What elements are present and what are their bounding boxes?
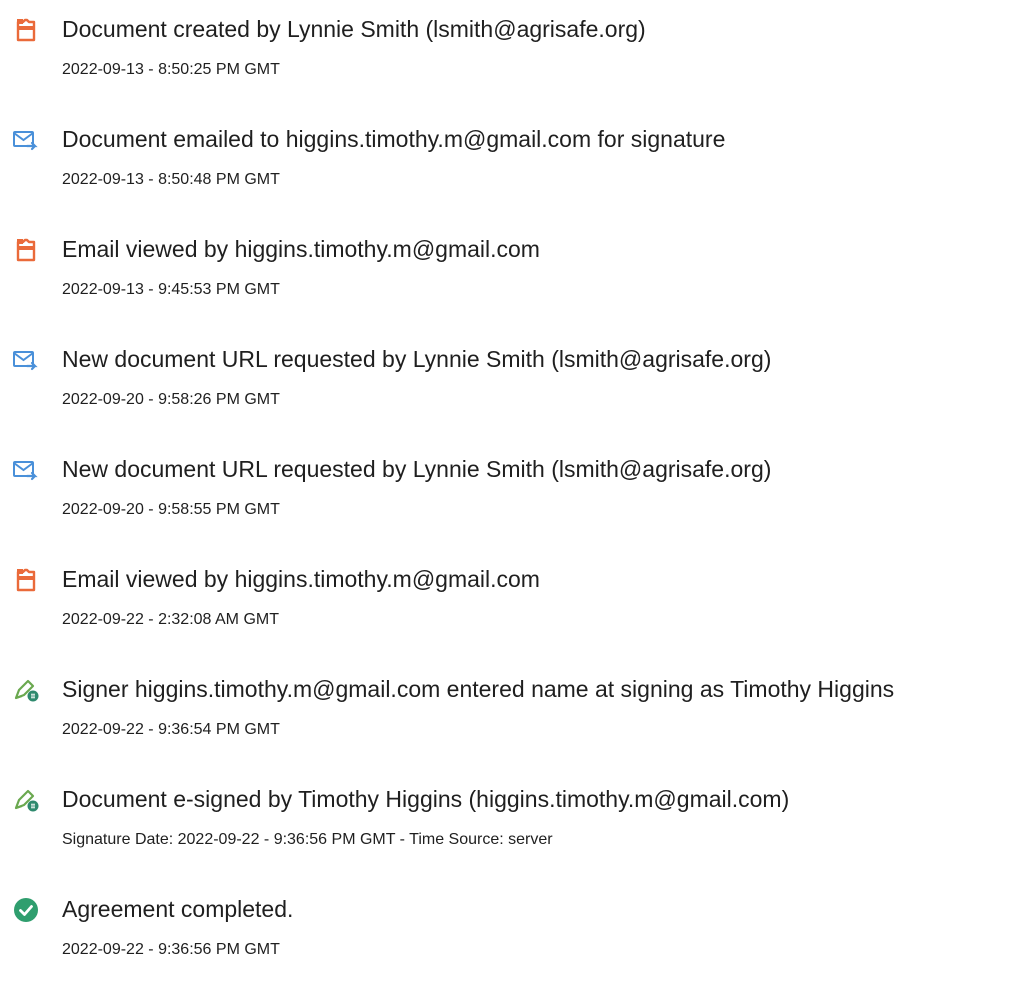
entry-title: Signer higgins.timothy.m@gmail.com enter… xyxy=(62,676,895,702)
entry-timestamp: 2022-09-22 - 2:32:08 AM GMT xyxy=(62,611,279,628)
entry-timestamp: 2022-09-22 - 9:36:54 PM GMT xyxy=(62,721,280,738)
check-circle-icon xyxy=(12,896,40,924)
entry-title: Email viewed by higgins.timothy.m@gmail.… xyxy=(62,566,540,592)
audit-entry: Email viewed by higgins.timothy.m@gmail.… xyxy=(0,234,1030,344)
email-sent-icon xyxy=(12,346,40,374)
audit-entry: New document URL requested by Lynnie Smi… xyxy=(0,454,1030,564)
entry-title: Email viewed by higgins.timothy.m@gmail.… xyxy=(62,236,540,262)
entry-title: New document URL requested by Lynnie Smi… xyxy=(62,346,772,372)
entry-title: Document e-signed by Timothy Higgins (hi… xyxy=(62,786,790,812)
e-sign-pen-icon xyxy=(12,676,40,704)
audit-entry: Signer higgins.timothy.m@gmail.com enter… xyxy=(0,674,1030,784)
entry-timestamp: 2022-09-13 - 9:45:53 PM GMT xyxy=(62,281,280,298)
entry-timestamp: 2022-09-20 - 9:58:26 PM GMT xyxy=(62,391,280,408)
document-created-icon xyxy=(12,16,40,44)
entry-timestamp: 2022-09-20 - 9:58:55 PM GMT xyxy=(62,501,280,518)
email-sent-icon xyxy=(12,126,40,154)
entry-title: Document emailed to higgins.timothy.m@gm… xyxy=(62,126,726,152)
entry-timestamp: 2022-09-13 - 8:50:25 PM GMT xyxy=(62,61,280,78)
audit-entry: Agreement completed. 2022-09-22 - 9:36:5… xyxy=(0,894,1030,1004)
audit-entry: Email viewed by higgins.timothy.m@gmail.… xyxy=(0,564,1030,674)
entry-title: Agreement completed. xyxy=(62,896,294,922)
audit-entry: New document URL requested by Lynnie Smi… xyxy=(0,344,1030,454)
entry-title: Document created by Lynnie Smith (lsmith… xyxy=(62,16,646,42)
entry-title: New document URL requested by Lynnie Smi… xyxy=(62,456,772,482)
entry-timestamp: 2022-09-13 - 8:50:48 PM GMT xyxy=(62,171,280,188)
audit-entry: Document created by Lynnie Smith (lsmith… xyxy=(0,14,1030,124)
audit-entry: Document emailed to higgins.timothy.m@gm… xyxy=(0,124,1030,234)
entry-timestamp: Signature Date: 2022-09-22 - 9:36:56 PM … xyxy=(62,831,553,848)
document-viewed-icon xyxy=(12,236,40,264)
entry-timestamp: 2022-09-22 - 9:36:56 PM GMT xyxy=(62,941,280,958)
e-sign-pen-icon xyxy=(12,786,40,814)
document-viewed-icon xyxy=(12,566,40,594)
email-sent-icon xyxy=(12,456,40,484)
audit-entry: Document e-signed by Timothy Higgins (hi… xyxy=(0,784,1030,894)
